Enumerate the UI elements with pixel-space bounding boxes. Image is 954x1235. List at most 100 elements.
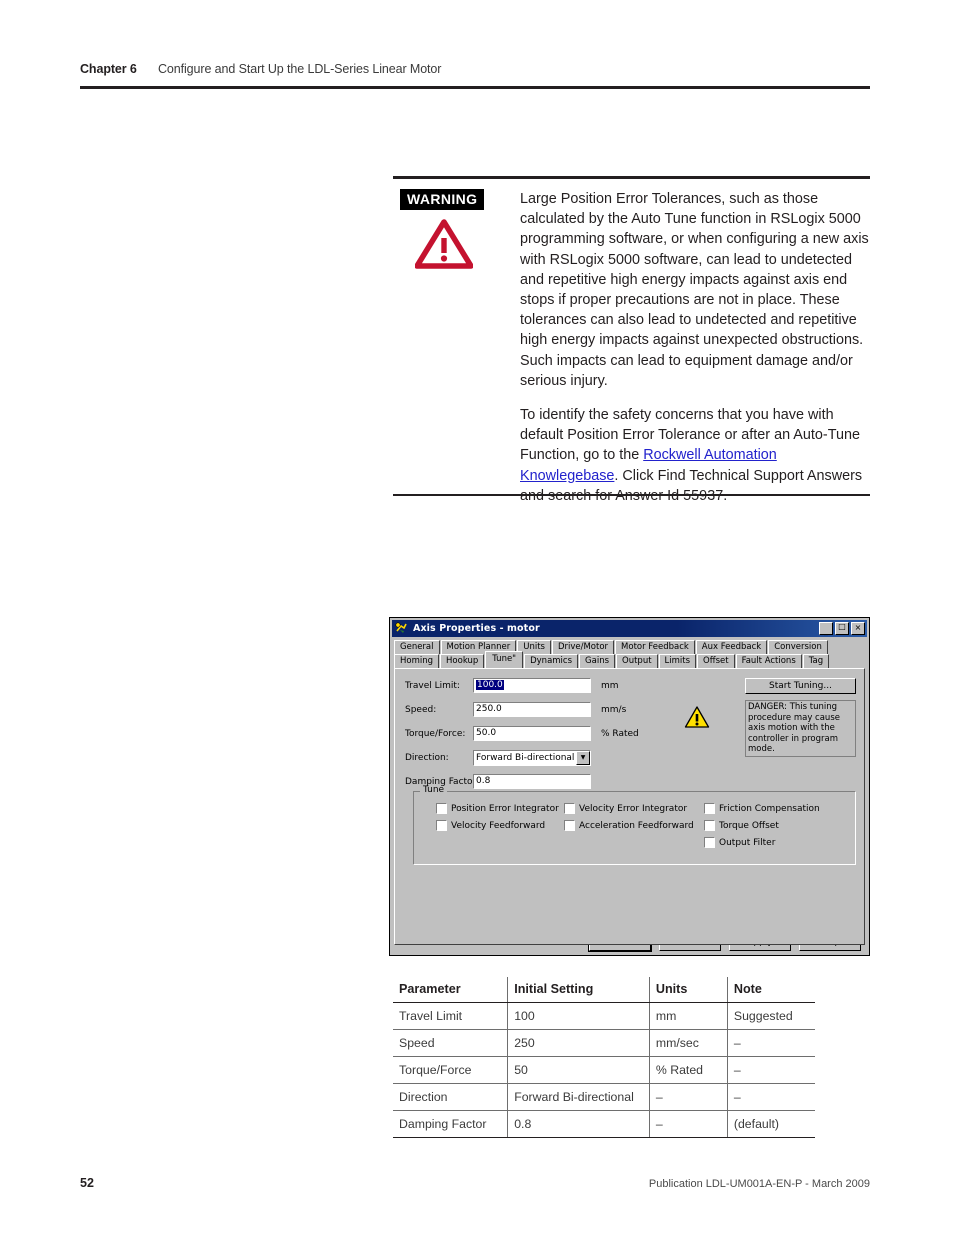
page-number: 52 — [80, 1176, 94, 1190]
torque-force-label: Torque/Force: — [405, 728, 466, 739]
tab-hookup[interactable]: Hookup — [440, 654, 485, 668]
axis-properties-icon — [395, 622, 409, 635]
checkbox-label: Torque Offset — [719, 820, 779, 831]
tab-homing[interactable]: Homing — [394, 654, 440, 668]
checkbox-label: Velocity Feedforward — [451, 820, 546, 831]
table-cell: mm/sec — [648, 1029, 728, 1057]
tab-motor-feedback[interactable]: Motor Feedback — [615, 640, 695, 654]
warning-tag: WARNING — [400, 189, 485, 210]
close-icon: × — [854, 623, 862, 632]
warning-bottom-rule — [393, 494, 870, 496]
parameter-table: Parameter Initial Setting Units Note Tra… — [393, 977, 815, 1138]
table-cell: (default) — [726, 1110, 815, 1138]
table-cell: Torque/Force — [393, 1056, 508, 1084]
torque-force-input[interactable]: 50.0 — [473, 726, 591, 741]
tab-gains[interactable]: Gains — [579, 654, 616, 668]
table-header-initial-setting: Initial Setting — [507, 977, 650, 1003]
dialog-titlebar[interactable]: Axis Properties - motor _ □ × — [392, 620, 867, 637]
checkbox-friction-compensation[interactable]: Friction Compensation — [704, 803, 820, 814]
checkbox-label: Output Filter — [719, 837, 776, 848]
checkbox-output-filter[interactable]: Output Filter — [704, 837, 775, 848]
table-cell: % Rated — [648, 1056, 728, 1084]
tune-tab-panel: Travel Limit: 100.0 mm Speed: 250.0 mm/s… — [394, 668, 865, 945]
checkbox-box[interactable] — [436, 803, 447, 814]
chapter-label: Chapter 6 — [80, 62, 137, 76]
table-cell: Forward Bi-directional — [507, 1083, 650, 1111]
tab-tag[interactable]: Tag — [802, 654, 830, 668]
checkbox-box[interactable] — [704, 803, 715, 814]
table-row: Direction Forward Bi-directional – – — [393, 1083, 815, 1111]
table-cell: 100 — [507, 1002, 650, 1030]
table-cell: – — [648, 1083, 728, 1111]
table-cell: – — [726, 1083, 815, 1111]
checkbox-torque-offset[interactable]: Torque Offset — [704, 820, 779, 831]
checkbox-box[interactable] — [704, 820, 715, 831]
dialog-title: Axis Properties - motor — [413, 623, 540, 634]
checkbox-acceleration-feedforward[interactable]: Acceleration Feedforward — [564, 820, 694, 831]
table-header-note: Note — [726, 977, 815, 1003]
travel-limit-label: Travel Limit: — [405, 680, 460, 691]
tab-offset[interactable]: Offset — [697, 654, 735, 668]
tab-drive-motor[interactable]: Drive/Motor — [551, 640, 615, 654]
chapter-title: Configure and Start Up the LDL-Series Li… — [158, 62, 442, 76]
table-cell: 50 — [507, 1056, 650, 1084]
tab-output[interactable]: Output — [616, 654, 658, 668]
checkbox-label: Friction Compensation — [719, 803, 820, 814]
maximize-icon: □ — [838, 622, 846, 631]
warning-body: Large Position Error Tolerances, such as… — [519, 189, 870, 506]
warning-paragraph-1: Large Position Error Tolerances, such as… — [520, 191, 869, 389]
tune-group-box: Tune Position Error Integrator Velocity F… — [413, 786, 856, 865]
chevron-down-icon[interactable]: ▼ — [576, 751, 590, 765]
tune-group-title: Tune — [420, 786, 448, 795]
checkbox-box[interactable] — [564, 820, 575, 831]
maximize-button[interactable]: □ — [835, 622, 849, 635]
table-cell: Damping Factor — [393, 1110, 508, 1138]
minimize-icon: _ — [824, 626, 828, 635]
start-tuning-button[interactable]: Start Tuning... — [745, 678, 856, 694]
warning-triangle-icon — [414, 219, 519, 274]
tab-row-top: General Motion Planner Units Drive/Motor Mot… — [394, 640, 865, 654]
checkbox-label: Acceleration Feedforward — [579, 820, 694, 831]
direction-value: Forward Bi-directional — [476, 753, 575, 763]
checkbox-box[interactable] — [436, 820, 447, 831]
axis-properties-dialog: Axis Properties - motor _ □ × General Mot… — [389, 617, 870, 956]
checkbox-box[interactable] — [564, 803, 575, 814]
speed-units: mm/s — [601, 704, 627, 715]
tab-conversion[interactable]: Conversion — [768, 640, 828, 654]
table-cell: Suggested — [726, 1002, 815, 1030]
tab-dynamics[interactable]: Dynamics — [524, 654, 579, 668]
checkbox-velocity-feedforward[interactable]: Velocity Feedforward — [436, 820, 545, 831]
tab-aux-feedback[interactable]: Aux Feedback — [695, 640, 768, 654]
checkbox-label: Position Error Integrator — [451, 803, 559, 814]
checkbox-position-error-integrator[interactable]: Position Error Integrator — [436, 803, 559, 814]
table-cell: Direction — [393, 1083, 508, 1111]
damping-factor-input[interactable]: 0.8 — [473, 774, 591, 789]
tab-limits[interactable]: Limits — [658, 654, 697, 668]
travel-limit-value: 100.0 — [476, 680, 504, 690]
direction-select[interactable]: Forward Bi-directional ▼ — [473, 750, 591, 766]
table-header-units: Units — [648, 977, 728, 1003]
close-button[interactable]: × — [851, 622, 865, 635]
dialog-tabstrip: General Motion Planner Units Drive/Motor Mot… — [394, 640, 865, 668]
page-header: Chapter 6 Configure and Start Up the LDL… — [80, 62, 870, 76]
warning-paragraph-2: To identify the safety concerns that you… — [520, 405, 870, 506]
tab-row-bottom: Homing Hookup Tune" Dynamics Gains Output Limi… — [394, 651, 865, 668]
table-cell: Speed — [393, 1029, 508, 1057]
travel-limit-input[interactable]: 100.0 — [473, 678, 591, 693]
tab-general[interactable]: General — [394, 640, 440, 654]
torque-force-units: % Rated — [601, 728, 639, 739]
tab-tune[interactable]: Tune" — [485, 651, 524, 668]
minimize-button[interactable]: _ — [819, 622, 833, 635]
yellow-warning-triangle-icon — [684, 705, 710, 732]
speed-input[interactable]: 250.0 — [473, 702, 591, 717]
checkbox-box[interactable] — [704, 837, 715, 848]
checkbox-velocity-error-integrator[interactable]: Velocity Error Integrator — [564, 803, 687, 814]
checkbox-label: Velocity Error Integrator — [579, 803, 688, 814]
table-header-parameter: Parameter — [393, 977, 508, 1003]
tab-fault-actions[interactable]: Fault Actions — [735, 654, 802, 668]
table-cell: Travel Limit — [393, 1002, 508, 1030]
table-cell: – — [726, 1056, 815, 1084]
table-row: Speed 250 mm/sec – — [393, 1029, 815, 1057]
table-cell: 0.8 — [507, 1110, 650, 1138]
travel-limit-units: mm — [601, 680, 619, 691]
